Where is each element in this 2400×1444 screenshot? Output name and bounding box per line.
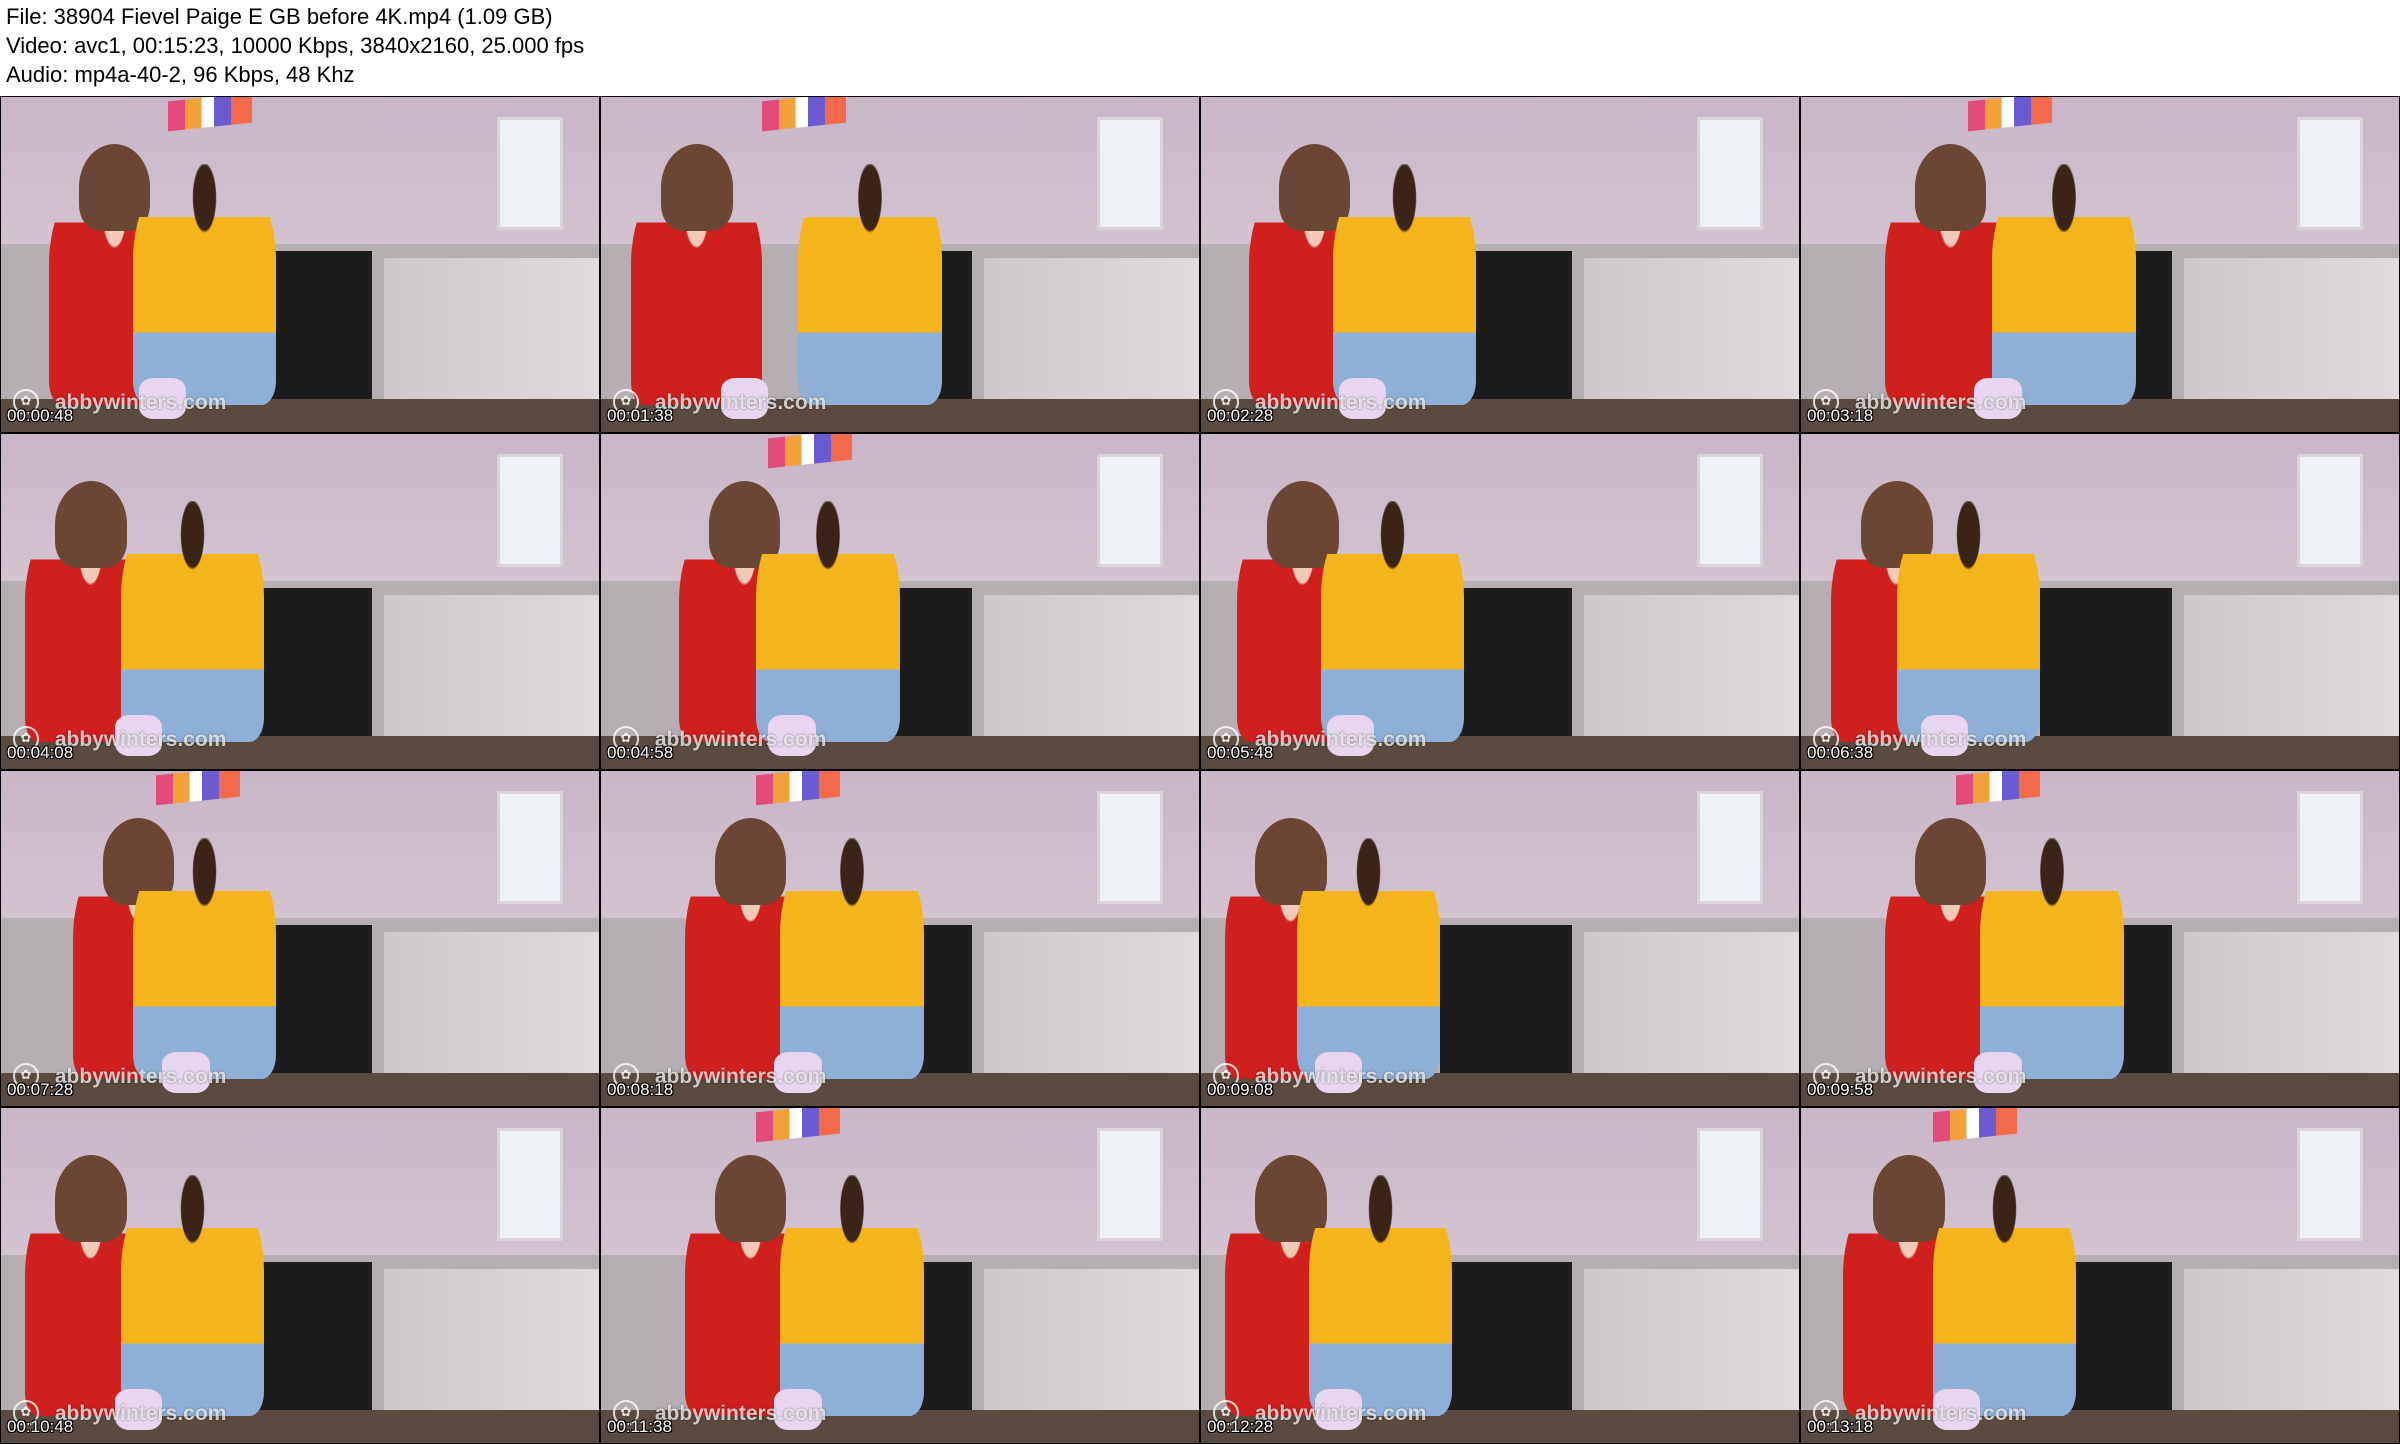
window [2297,117,2364,231]
thumbnail-timestamp: 00:09:58 [1807,1080,1874,1099]
thumbnail-timestamp: 00:04:08 [7,743,74,762]
video-thumbnail: ✿ abbywinters.com 00:07:28 [1,771,599,1106]
watermark: abbywinters.com [654,1402,827,1426]
man-figure [780,838,924,1080]
thumbnail-grid: ✿ abbywinters.com 00:00:48 ✿ abbywinters… [0,96,2400,1444]
file-info-line: File: 38904 Fievel Paige E GB before 4K.… [6,4,553,29]
window [497,117,564,231]
window [2297,454,2364,568]
window [2297,1128,2364,1242]
man-figure [132,164,277,406]
window [1097,1128,1164,1242]
watermark: abbywinters.com [1854,728,2027,752]
video-thumbnail: ✿ abbywinters.com 00:04:08 [1,434,599,769]
hair [54,480,127,568]
window [1697,117,1764,231]
video-thumbnail: ✿ abbywinters.com 00:11:38 [601,1108,1199,1443]
window [1697,791,1764,905]
video-thumbnail: ✿ abbywinters.com 00:03:18 [1801,97,2399,432]
thumbnail-timestamp: 00:06:38 [1807,743,1874,762]
thumbnail-timestamp: 00:09:08 [1207,1080,1274,1099]
window [1097,117,1164,231]
window [1697,454,1764,568]
watermark: abbywinters.com [54,728,227,752]
man-figure [1896,501,2041,743]
watermark: abbywinters.com [54,1065,227,1089]
thumbnail-timestamp: 00:10:48 [7,1417,74,1436]
window [497,791,564,905]
thumbnail-timestamp: 00:02:28 [1207,406,1274,425]
video-thumbnail: ✿ abbywinters.com 00:02:28 [1201,97,1799,432]
video-thumbnail: ✿ abbywinters.com 00:10:48 [1,1108,599,1443]
man-figure [1296,838,1441,1080]
man-figure [780,1175,924,1417]
video-thumbnail: ✿ abbywinters.com 00:09:58 [1801,771,2399,1106]
video-thumbnail: ✿ abbywinters.com 00:05:48 [1201,434,1799,769]
hair [714,817,787,905]
watermark: abbywinters.com [1854,1065,2027,1089]
watermark: abbywinters.com [654,728,827,752]
window [497,454,564,568]
window [1097,454,1164,568]
thumbnail-timestamp: 00:13:18 [1807,1417,1874,1436]
thumbnail-timestamp: 00:11:38 [607,1417,672,1436]
video-thumbnail: ✿ abbywinters.com 00:09:08 [1201,771,1799,1106]
man-figure [1932,1175,2077,1417]
man-figure [1320,501,1465,743]
contact-sheet: File: 38904 Fievel Paige E GB before 4K.… [0,0,2400,1444]
window [1697,1128,1764,1242]
watermark: abbywinters.com [1254,1402,1427,1426]
man-figure [132,838,277,1080]
window [1097,791,1164,905]
video-thumbnail: ✿ abbywinters.com 00:06:38 [1801,434,2399,769]
thumbnail-timestamp: 00:03:18 [1807,406,1874,425]
watermark: abbywinters.com [54,391,227,415]
man-figure [1980,838,2124,1080]
hair [714,1154,787,1242]
video-thumbnail: ✿ abbywinters.com 00:01:38 [601,97,1199,432]
watermark: abbywinters.com [1254,391,1427,415]
watermark: abbywinters.com [1254,1065,1427,1089]
thumbnail-timestamp: 00:12:28 [1207,1417,1274,1436]
man-figure [1992,164,2136,406]
thumbnail-timestamp: 00:07:28 [7,1080,74,1099]
watermark: abbywinters.com [54,1402,227,1426]
man-figure [1308,1175,1453,1417]
man-figure [756,501,900,743]
video-thumbnail: ✿ abbywinters.com 00:00:48 [1,97,599,432]
thumbnail-timestamp: 00:01:38 [607,406,674,425]
thumbnail-timestamp: 00:04:58 [607,743,674,762]
hair [1914,143,1987,231]
window [2297,791,2364,905]
watermark: abbywinters.com [1854,1402,2027,1426]
thumbnail-timestamp: 00:08:18 [607,1080,674,1099]
watermark: abbywinters.com [654,1065,827,1089]
video-thumbnail: ✿ abbywinters.com 00:12:28 [1201,1108,1799,1443]
media-info-header: File: 38904 Fievel Paige E GB before 4K.… [0,0,2400,96]
hair [54,1154,127,1242]
video-thumbnail: ✿ abbywinters.com 00:08:18 [601,771,1199,1106]
video-thumbnail: ✿ abbywinters.com 00:13:18 [1801,1108,2399,1443]
watermark: abbywinters.com [1254,728,1427,752]
hair [1914,817,1987,905]
video-info-line: Video: avc1, 00:15:23, 10000 Kbps, 3840x… [6,33,585,58]
window [497,1128,564,1242]
hair [660,143,733,231]
man-figure [120,501,265,743]
watermark: abbywinters.com [654,391,827,415]
man-figure [120,1175,265,1417]
man-figure [1332,164,1477,406]
audio-info-line: Audio: mp4a-40-2, 96 Kbps, 48 Khz [6,62,355,87]
man-figure [798,164,942,406]
thumbnail-timestamp: 00:05:48 [1207,743,1274,762]
watermark: abbywinters.com [1854,391,2027,415]
hair [1872,1154,1945,1242]
thumbnail-timestamp: 00:00:48 [7,406,74,425]
video-thumbnail: ✿ abbywinters.com 00:04:58 [601,434,1199,769]
